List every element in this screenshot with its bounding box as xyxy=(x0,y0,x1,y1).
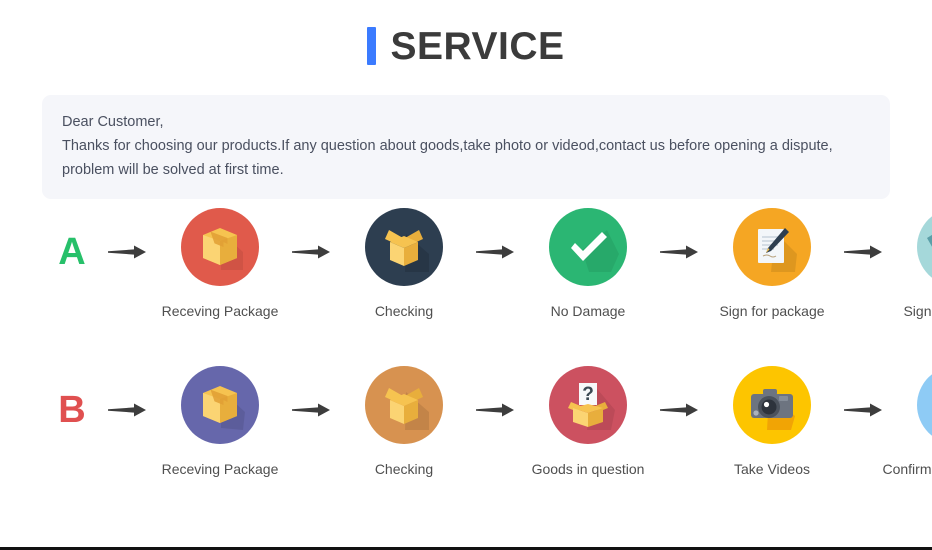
sign-document-icon xyxy=(733,208,811,286)
arrow-b-3 xyxy=(652,366,708,454)
step-b-5-label: Confirm problem,refund money xyxy=(882,461,932,477)
arrow-b-0 xyxy=(100,366,156,454)
step-a-5: Sign for package xyxy=(892,208,932,321)
arrow-a-3 xyxy=(652,208,708,296)
step-a-2-label: Checking xyxy=(374,303,434,319)
step-b-3-label: Goods in question xyxy=(531,461,645,477)
step-a-1: Receving Package xyxy=(156,208,284,321)
svg-text:?: ? xyxy=(582,384,594,405)
step-a-4: Sign for package xyxy=(708,208,836,321)
right-arrow-icon xyxy=(292,403,330,417)
arrow-b-4 xyxy=(836,366,892,454)
arrow-a-4 xyxy=(836,208,892,296)
arrow-b-1 xyxy=(284,366,340,454)
notice-line-1: Dear Customer, xyxy=(62,114,164,130)
camera-icon xyxy=(733,366,811,444)
flow-b-letter-cell: B xyxy=(44,366,100,454)
notice-line-2: Thanks for choosing our products.If any … xyxy=(62,138,833,154)
question-box-icon: ? xyxy=(549,366,627,444)
arrow-a-1 xyxy=(284,208,340,296)
right-arrow-icon xyxy=(660,403,698,417)
arrow-a-0 xyxy=(100,208,156,296)
flow-row-b: B Receving Package Checking ? Goods in q… xyxy=(0,366,932,498)
flow-a-letter-cell: A xyxy=(44,208,100,296)
arrow-a-2 xyxy=(468,208,524,296)
closed-box-icon xyxy=(181,366,259,444)
flow-b-letter: B xyxy=(58,389,86,431)
right-arrow-icon xyxy=(292,245,330,259)
step-b-4: Take Videos xyxy=(708,366,836,479)
flow-a-letter: A xyxy=(58,231,86,273)
step-b-4-label: Take Videos xyxy=(733,461,810,477)
step-b-2: Checking xyxy=(340,366,468,479)
step-b-1: Receving Package xyxy=(156,366,284,479)
right-arrow-icon xyxy=(476,245,514,259)
step-b-1-label: Receving Package xyxy=(161,461,279,477)
notice-line-3: problem will be solved at first time. xyxy=(62,162,284,178)
page-title-row: SERVICE xyxy=(0,0,932,92)
right-arrow-icon xyxy=(844,403,882,417)
right-arrow-icon xyxy=(108,403,146,417)
support-person-icon xyxy=(917,366,932,444)
step-a-3-label: No Damage xyxy=(550,303,626,319)
step-a-5-label: Sign for package xyxy=(903,303,932,319)
handshake-icon xyxy=(917,208,932,286)
closed-box-icon xyxy=(181,208,259,286)
arrow-b-2 xyxy=(468,366,524,454)
open-box-icon xyxy=(365,208,443,286)
right-arrow-icon xyxy=(660,245,698,259)
service-page: SERVICE Dear Customer, Thanks for choosi… xyxy=(0,0,932,550)
flow-row-a: A Receving Package Checking No Damage Si… xyxy=(0,208,932,321)
title-accent-bar xyxy=(367,27,377,65)
step-b-2-label: Checking xyxy=(374,461,434,477)
step-a-2: Checking xyxy=(340,208,468,321)
step-a-4-label: Sign for package xyxy=(719,303,825,319)
open-box-icon xyxy=(365,366,443,444)
step-b-3: ? Goods in question xyxy=(524,366,652,479)
right-arrow-icon xyxy=(476,403,514,417)
step-a-3: No Damage xyxy=(524,208,652,321)
step-b-5: Confirm problem,refund money xyxy=(882,366,932,498)
checkmark-icon xyxy=(549,208,627,286)
customer-notice-box: Dear Customer, Thanks for choosing our p… xyxy=(42,95,890,199)
step-a-1-label: Receving Package xyxy=(161,303,279,319)
page-title: SERVICE xyxy=(390,24,565,68)
right-arrow-icon xyxy=(108,245,146,259)
right-arrow-icon xyxy=(844,245,882,259)
